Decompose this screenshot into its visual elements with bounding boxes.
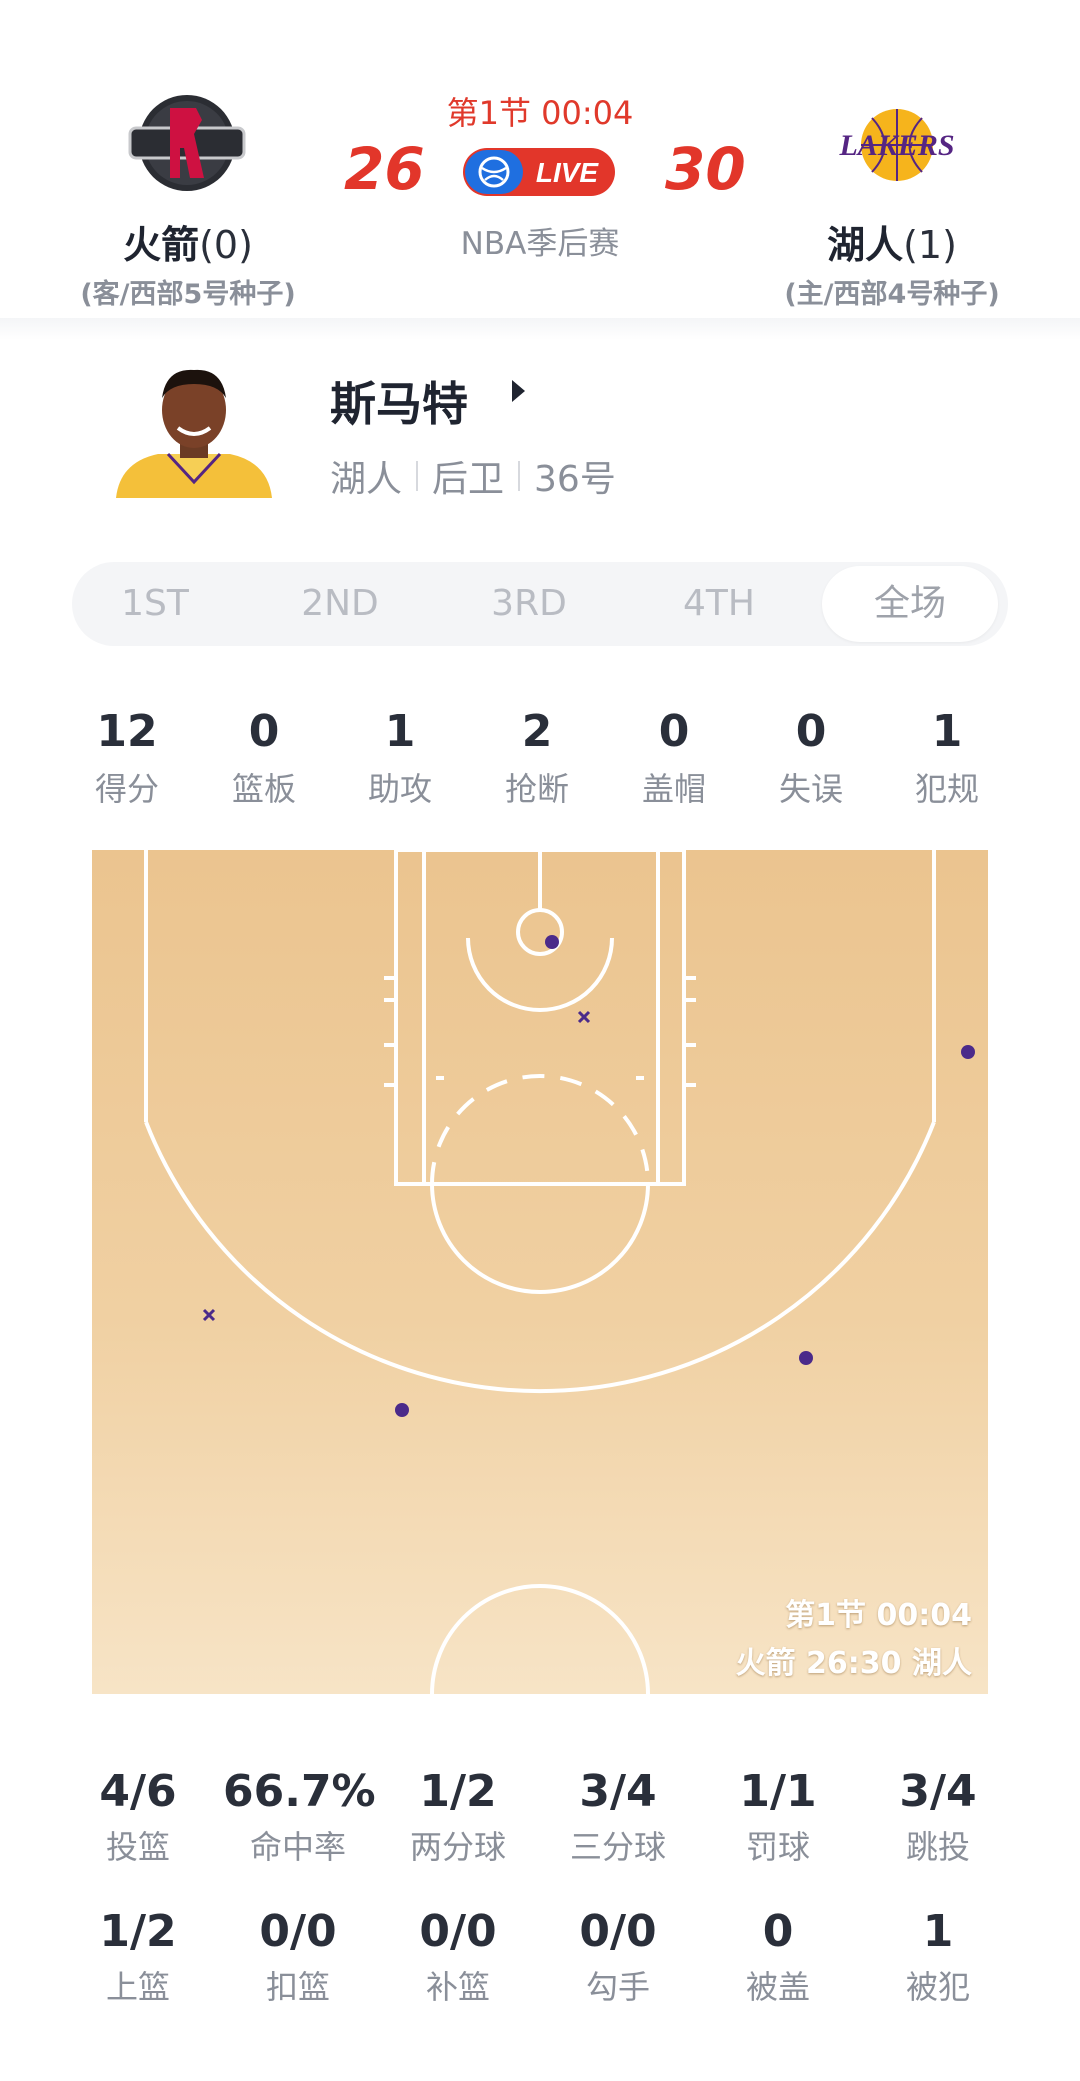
- home-team-wins: (1): [903, 223, 957, 267]
- shooting-stat-ft: 1/1 罚球: [703, 1764, 853, 1868]
- stat-label: 勾手: [585, 1968, 650, 2006]
- stat-value: 3/4: [899, 1766, 977, 1817]
- court-caption-period: 第1节 00:04: [785, 1598, 972, 1633]
- stat-value: 1: [931, 706, 963, 757]
- shot-made-marker[interactable]: [799, 1351, 813, 1365]
- stat-value: 1/1: [739, 1766, 817, 1817]
- stat-label: 罚球: [745, 1828, 810, 1866]
- rockets-logo-icon: [128, 95, 246, 191]
- stat-label: 被盖: [745, 1968, 810, 2006]
- stat-label: 助攻: [367, 770, 432, 808]
- stat-label: 跳投: [905, 1828, 970, 1866]
- player-name[interactable]: 斯马特: [330, 368, 468, 434]
- shooting-stat-jumper: 3/4 跳投: [863, 1764, 1013, 1868]
- stat-steals: 2 抢断: [472, 704, 602, 810]
- away-team-name[interactable]: 火箭(0): [38, 214, 338, 269]
- tab-full-game[interactable]: 全场: [822, 566, 998, 642]
- stat-value: 0: [658, 706, 690, 757]
- stat-value: 2: [521, 706, 553, 757]
- stat-label: 得分: [94, 770, 159, 808]
- stat-label: 盖帽: [641, 770, 706, 808]
- shooting-stat-hook: 0/0 勾手: [543, 1904, 693, 2008]
- court-caption-score: 火箭 26:30 湖人: [735, 1646, 972, 1681]
- home-score: 30: [665, 135, 746, 203]
- tab-2nd[interactable]: 2ND: [265, 562, 415, 646]
- stat-value: 12: [96, 706, 158, 757]
- away-score: 26: [344, 135, 425, 203]
- shooting-stat-dunk: 0/0 扣篮: [223, 1904, 373, 2008]
- player-meta: 湖人 后卫 36号: [330, 450, 616, 502]
- stat-value: 1/2: [419, 1766, 497, 1817]
- away-team-label: 火箭: [123, 223, 200, 267]
- stat-value: 66.7%: [223, 1766, 376, 1817]
- stat-label: 犯规: [914, 770, 979, 808]
- away-team-wins: (0): [199, 223, 253, 267]
- stat-value: 0/0: [259, 1906, 337, 1957]
- stat-label: 投篮: [105, 1828, 170, 1866]
- shot-made-marker[interactable]: [545, 935, 559, 949]
- stat-value: 0/0: [579, 1906, 657, 1957]
- stat-value: 1: [922, 1906, 954, 1957]
- stat-value: 1/2: [99, 1906, 177, 1957]
- stat-rebounds: 0 篮板: [199, 704, 329, 810]
- stat-value: 4/6: [99, 1766, 177, 1817]
- stat-assists: 1 助攻: [335, 704, 465, 810]
- stat-label: 命中率: [249, 1828, 346, 1866]
- tab-1st[interactable]: 1ST: [80, 562, 230, 646]
- meta-divider: [518, 461, 521, 491]
- stat-value: 0: [248, 706, 280, 757]
- stat-value: 0/0: [419, 1906, 497, 1957]
- stat-value: 0: [795, 706, 827, 757]
- stat-blocks: 0 盖帽: [609, 704, 739, 810]
- player-avatar[interactable]: [108, 358, 280, 498]
- shooting-stat-layup: 1/2 上篮: [63, 1904, 213, 2008]
- header-divider: [0, 318, 1080, 340]
- player-number: 36号: [534, 459, 616, 500]
- stat-label: 补篮: [425, 1968, 490, 2006]
- stat-label: 抢断: [504, 770, 569, 808]
- home-team-name[interactable]: 湖人(1): [742, 214, 1042, 269]
- shooting-stat-3pt: 3/4 三分球: [543, 1764, 693, 1868]
- away-team-seed: (客/西部5号种子): [80, 279, 296, 310]
- stat-value: 1: [384, 706, 416, 757]
- shot-made-marker[interactable]: [961, 1045, 975, 1059]
- stat-value: 0: [762, 1906, 794, 1957]
- game-header: 火箭(0) (客/西部5号种子) 第1节 00:04 26 LIVE 30 NB…: [0, 0, 1080, 318]
- live-badge[interactable]: LIVE: [463, 146, 615, 198]
- shot-chart-court: [92, 850, 988, 1694]
- live-label: LIVE: [536, 157, 600, 188]
- tab-3rd[interactable]: 3RD: [454, 562, 604, 646]
- stat-points: 12 得分: [62, 704, 192, 810]
- svg-text:LAKERS: LAKERS: [838, 129, 954, 162]
- stat-label: 两分球: [409, 1828, 506, 1866]
- stat-label: 被犯: [905, 1968, 970, 2006]
- player-position: 后卫: [432, 459, 505, 500]
- stat-value: 3/4: [579, 1766, 657, 1817]
- stat-turnovers: 0 失误: [746, 704, 876, 810]
- shot-made-marker[interactable]: [395, 1403, 409, 1417]
- period-clock: 第1节 00:04: [446, 94, 634, 132]
- meta-divider: [416, 461, 419, 491]
- player-detail-caret-icon[interactable]: [512, 380, 525, 402]
- player-team: 湖人: [330, 459, 403, 500]
- stat-label: 上篮: [105, 1968, 170, 2006]
- shooting-stat-2pt: 1/2 两分球: [383, 1764, 533, 1868]
- stat-fouls: 1 犯规: [882, 704, 1012, 810]
- stat-label: 篮板: [231, 770, 296, 808]
- home-team-seed: (主/西部4号种子): [784, 279, 1000, 310]
- stat-label: 三分球: [569, 1828, 666, 1866]
- home-team-label: 湖人: [827, 223, 904, 267]
- lakers-logo-icon: LAKERS: [838, 109, 955, 181]
- shooting-stat-tip: 0/0 补篮: [383, 1904, 533, 2008]
- shooting-stat-pct: 66.7% 命中率: [223, 1764, 376, 1868]
- league-label: NBA季后赛: [460, 226, 620, 262]
- shooting-stat-fg: 4/6 投篮: [63, 1764, 213, 1868]
- period-tabs: 1ST 2ND 3RD 4TH 全场: [72, 562, 1008, 646]
- tab-4th[interactable]: 4TH: [644, 562, 794, 646]
- stat-label: 扣篮: [265, 1968, 330, 2006]
- shooting-stat-fouled: 1 被犯: [863, 1904, 1013, 2008]
- stat-label: 失误: [778, 770, 843, 808]
- shooting-stat-blocked: 0 被盖: [703, 1904, 853, 2008]
